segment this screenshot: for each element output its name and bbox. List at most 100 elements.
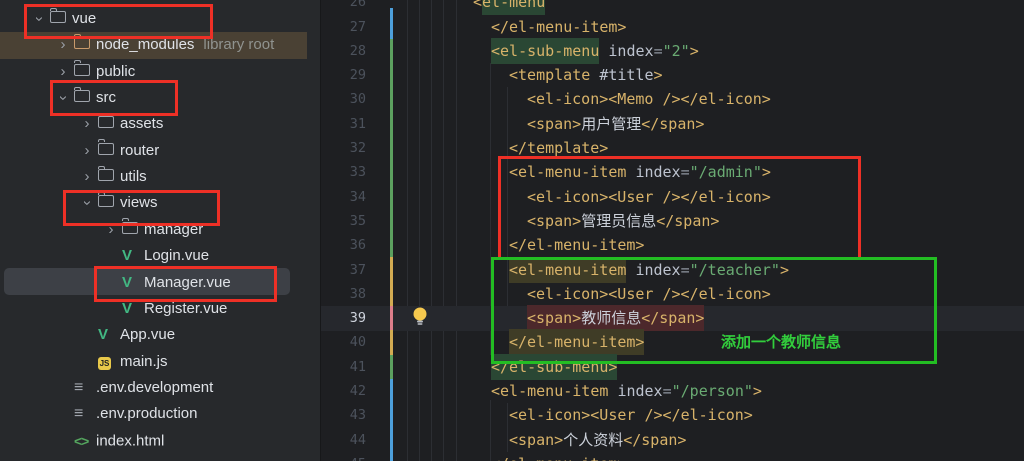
line-number[interactable]: 31 [321,112,366,136]
code-line-42[interactable]: 42<el-menu-item index="/person"> [321,379,1024,403]
red-annotation-box-admin-block [498,156,861,260]
token-tag: > [753,382,762,400]
line-number[interactable]: 27 [321,15,366,39]
tree-item--env-production[interactable]: ›≡.env.production [0,401,320,427]
project-sidebar: ›vue›node_moduleslibrary root›public›src… [0,0,320,461]
folder-icon [74,64,90,76]
token-attr: index [608,42,653,60]
token-tag: <span> [509,431,563,449]
code-text: </el-menu-item> [491,452,626,461]
tree-item-label: Login.vue [144,247,209,264]
line-number[interactable]: 39 [321,306,366,330]
line-number[interactable]: 43 [321,403,366,427]
code-annotation-note: 添加一个教师信息 [721,331,841,352]
line-number[interactable]: 30 [321,87,366,111]
token-tag: </el-menu-item> [491,455,626,461]
javascript-file-icon: JS [98,357,111,370]
line-number[interactable]: 32 [321,136,366,160]
line-number[interactable]: 45 [321,452,366,461]
chevron-collapsed-icon[interactable]: › [76,164,98,190]
tree-item-label: utils [120,168,147,185]
env-file-icon: ≡ [74,379,83,396]
line-number[interactable]: 35 [321,209,366,233]
tree-item--env-development[interactable]: ›≡.env.development [0,375,320,401]
line-number[interactable]: 40 [321,330,366,354]
code-line-44[interactable]: 44 <span>个人资料</span> [321,428,1024,452]
line-number[interactable]: 29 [321,63,366,87]
token-tag: <el-icon><Memo /></el-icon> [527,90,771,108]
red-annotation-box-src [50,80,178,116]
token-tag: <template [509,66,599,84]
token-tag: > [690,42,699,60]
folder-icon [74,37,90,49]
tree-item-utils[interactable]: › utils [0,164,320,190]
token-str: "2" [663,42,690,60]
token-tag: </span> [623,431,686,449]
env-file-icon: ≡ [74,405,83,422]
code-line-31[interactable]: 31 <span>用户管理</span> [321,112,1024,136]
green-annotation-box-teacher-block [491,257,937,364]
token-txt: 用户管理 [581,115,641,133]
code-text: <span>用户管理</span> [527,112,704,136]
code-text: <template #title> [509,63,663,87]
code-text: </el-menu-item> [491,15,626,39]
tree-item-app-vue[interactable]: ›VApp.vue [0,322,320,348]
vue-file-icon: V [122,300,132,317]
library-root-suffix: library root [203,36,274,53]
tree-item-label: .env.development [96,379,213,396]
token-eq: = [654,42,663,60]
folder-icon [98,143,114,155]
tree-item-index-html[interactable]: ›<>index.html [0,428,320,454]
tree-item-label: Register.vue [144,300,227,317]
line-number[interactable]: 28 [321,39,366,63]
tree-item-router[interactable]: › router [0,138,320,164]
line-number[interactable]: 36 [321,233,366,257]
code-text: <el-sub-menu index="2"> [491,39,699,63]
code-line-30[interactable]: 30 <el-icon><Memo /></el-icon> [321,87,1024,111]
line-number[interactable]: 37 [321,258,366,282]
code-line-29[interactable]: 29 <template #title> [321,63,1024,87]
code-text: <span>个人资料</span> [509,428,686,452]
vue-file-icon: V [122,247,132,264]
tree-item-label: router [120,142,159,159]
red-annotation-box-manager-vue [94,266,277,302]
tree-item-label: .env.production [96,405,197,422]
red-annotation-box-vue [24,4,213,39]
line-number[interactable]: 42 [321,379,366,403]
code-text: <el-icon><User /></el-icon> [509,403,753,427]
code-line-45[interactable]: 45 </el-menu-item> [321,452,1024,461]
line-number[interactable]: 33 [321,160,366,184]
token-tag: > [654,66,663,84]
line-number[interactable]: 26 [321,0,366,15]
token-tag: <el-icon><User /></el-icon> [509,406,753,424]
html-file-icon: <> [74,433,88,449]
code-editor[interactable]: 26 <el-menu 27 </el-menu-item> 28 <el-sub-men… [320,0,1024,461]
code-line-28[interactable]: 28 <el-sub-menu index="2"> [321,39,1024,63]
vue-file-icon: V [98,326,108,343]
token-str: "/person" [672,382,753,400]
tree-item-main-js[interactable]: ›JSmain.js [0,349,320,375]
token-tag: < [473,0,482,11]
line-number[interactable]: 38 [321,282,366,306]
chevron-collapsed-icon[interactable]: › [76,138,98,164]
red-annotation-box-views [63,190,220,226]
tree-item-label: App.vue [120,326,175,343]
tree-item-label: index.html [96,432,164,449]
code-line-43[interactable]: 43 <el-icon><User /></el-icon> [321,403,1024,427]
tree-item-label: main.js [120,353,168,370]
code-text: <el-menu [473,0,545,15]
token-eq: = [663,382,672,400]
code-line-27[interactable]: 27 </el-menu-item> [321,15,1024,39]
folder-icon [98,116,114,128]
intention-bulb-icon[interactable] [411,306,429,328]
line-number[interactable]: 41 [321,355,366,379]
code-text: <el-icon><Memo /></el-icon> [527,87,771,111]
code-line-26[interactable]: 26 <el-menu [321,0,1024,15]
token-tag: <el-menu-item [491,382,608,400]
line-number[interactable]: 44 [321,428,366,452]
tree-item-label: assets [120,115,163,132]
line-number[interactable]: 34 [321,185,366,209]
token-tag: </template> [509,139,608,157]
token-tag: </el-menu-item> [491,18,626,36]
token-tag: el-menu [482,0,545,15]
